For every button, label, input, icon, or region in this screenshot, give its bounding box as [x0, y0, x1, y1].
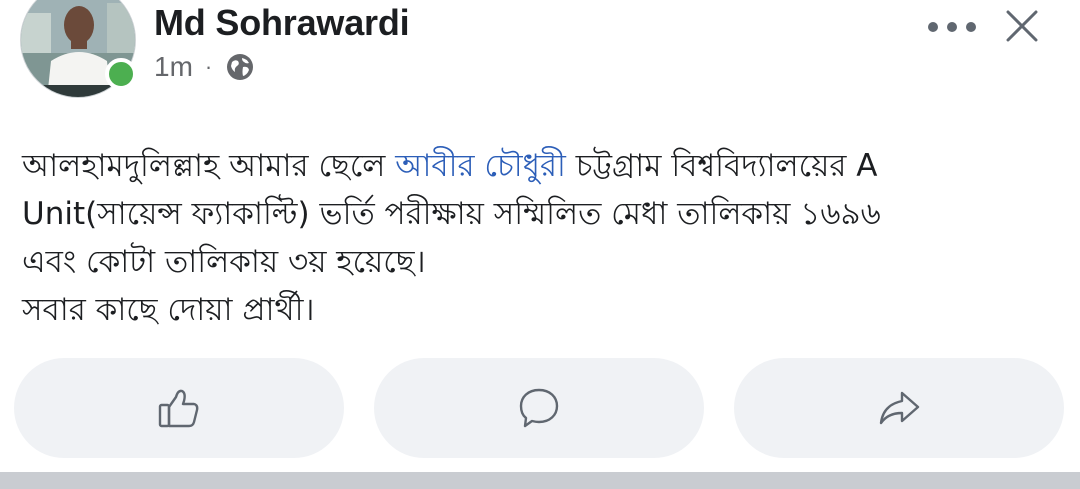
- post-text-line-1: আলহামদুলিল্লাহ আমার ছেলে আবীর চৌধুরী চট্…: [22, 142, 1062, 190]
- post-body-text: আলহামদুলিল্লাহ আমার ছেলে আবীর চৌধুরী চট্…: [22, 142, 1062, 334]
- text-segment: আলহামদুলিল্লাহ আমার ছেলে: [22, 148, 396, 184]
- share-button[interactable]: [734, 358, 1064, 458]
- more-dot: [928, 22, 938, 32]
- close-icon[interactable]: [1004, 8, 1040, 44]
- more-horizontal-icon[interactable]: [928, 12, 976, 42]
- feed-divider: [0, 472, 1080, 489]
- post-meta: 1m ·: [154, 50, 254, 84]
- thumbs-up-icon: [158, 389, 199, 428]
- meta-separator: ·: [204, 54, 213, 79]
- post-text-line-4: সবার কাছে দোয়া প্রার্থী।: [22, 292, 315, 328]
- profile-avatar-container[interactable]: [20, 0, 138, 98]
- post-card: Md Sohrawardi 1m · আলহামদুলিল্লাহ আমার ছ…: [0, 0, 1080, 489]
- comment-button[interactable]: [374, 358, 704, 458]
- text-segment: চট্টগ্রাম বিশ্ববিদ্যালয়ের A: [565, 148, 878, 184]
- more-dot: [966, 22, 976, 32]
- post-time[interactable]: 1m: [154, 51, 193, 83]
- author-name[interactable]: Md Sohrawardi: [154, 2, 410, 44]
- online-status-dot: [105, 58, 137, 90]
- globe-icon: [227, 54, 254, 80]
- comment-icon: [519, 388, 559, 428]
- mentioned-user-link[interactable]: আবীর চৌধুরী: [395, 148, 566, 184]
- more-dot: [947, 22, 957, 32]
- like-button[interactable]: [14, 358, 344, 458]
- post-text-line-2: Unit(সায়েন্স ফ্যাকাল্টি) ভর্তি পরীক্ষায…: [22, 196, 881, 232]
- share-icon: [879, 391, 920, 425]
- post-text-line-3: এবং কোটা তালিকায় ৩য় হয়েছে।: [22, 244, 426, 280]
